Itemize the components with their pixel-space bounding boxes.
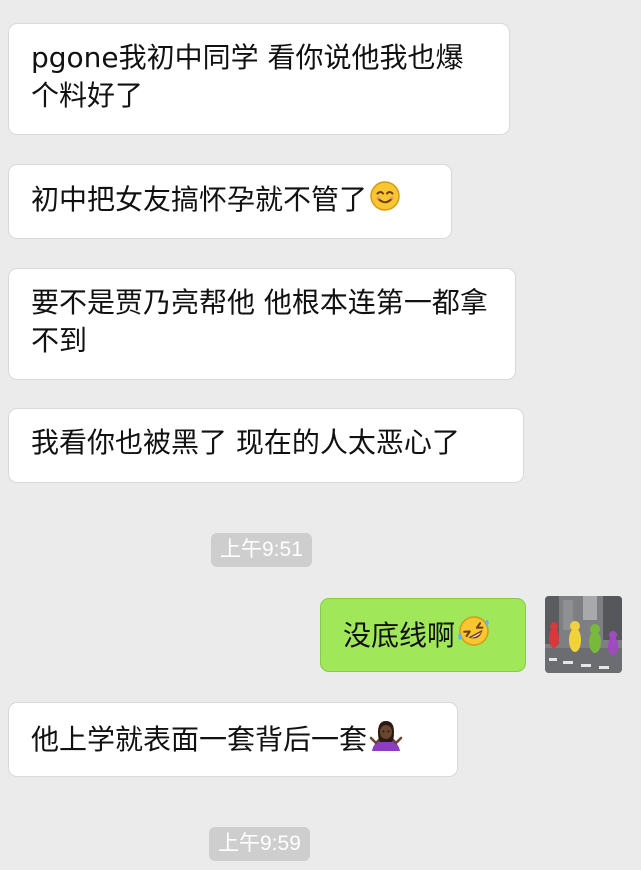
- rolling-on-floor-laughing-icon: [457, 614, 491, 658]
- message-bubble-incoming[interactable]: 他上学就表面一套背后一套: [8, 702, 458, 777]
- message-text: 要不是贾乃亮帮他 他根本连第一都拿不到: [31, 286, 488, 357]
- message-bubble-incoming[interactable]: 要不是贾乃亮帮他 他根本连第一都拿不到: [8, 268, 516, 380]
- person-shrugging-icon: [369, 718, 403, 762]
- timestamp: 上午9:59: [209, 827, 310, 861]
- timestamp: 上午9:51: [211, 533, 312, 567]
- message-text: 我看你也被黑了 现在的人太恶心了: [31, 426, 460, 459]
- message-bubble-incoming[interactable]: 初中把女友搞怀孕就不管了: [8, 164, 452, 239]
- smiling-face-icon: [369, 180, 401, 222]
- message-bubble-incoming[interactable]: 我看你也被黑了 现在的人太恶心了: [8, 408, 524, 483]
- message-bubble-incoming[interactable]: pgone我初中同学 看你说他我也爆个料好了: [8, 23, 510, 135]
- message-text: 初中把女友搞怀孕就不管了: [31, 183, 368, 216]
- message-text: 他上学就表面一套背后一套: [31, 723, 368, 756]
- message-bubble-outgoing[interactable]: 没底线啊: [320, 598, 526, 672]
- message-text: pgone我初中同学 看你说他我也爆个料好了: [31, 41, 464, 112]
- message-text: 没底线啊: [343, 619, 456, 652]
- user-avatar[interactable]: [545, 596, 622, 673]
